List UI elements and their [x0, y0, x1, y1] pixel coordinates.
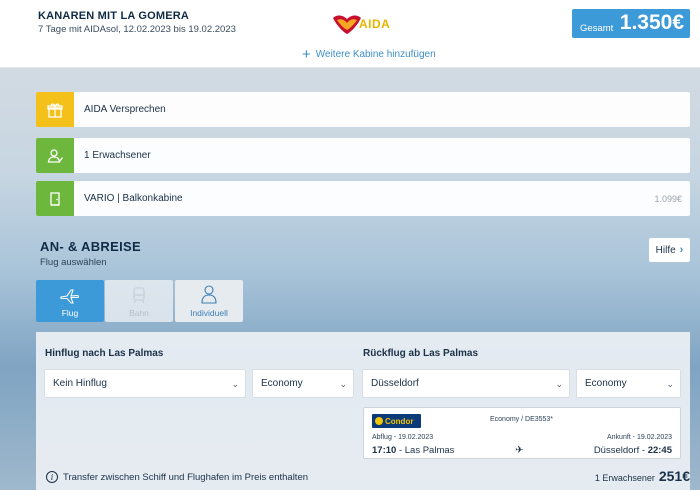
gift-icon [36, 92, 74, 127]
cabin-label: VARIO | Balkonkabine [84, 193, 183, 204]
travel-section-subtitle: Flug auswählen [40, 257, 107, 268]
info-icon: i [46, 471, 58, 483]
summary-row-travelers[interactable]: 1 Erwachsener [36, 138, 690, 173]
departure-place: Las Palmas [404, 445, 455, 456]
help-label: Hilfe [655, 244, 676, 256]
arrival-place: Düsseldorf [593, 445, 640, 456]
chevron-down-icon: ⌄ [231, 379, 239, 389]
summary-row-cabin[interactable]: VARIO | Balkonkabine 1.099€ [36, 181, 690, 216]
pax-label: 1 Erwachsener [594, 473, 655, 483]
summary-row-promise[interactable]: AIDA Versprechen [36, 92, 690, 127]
plus-icon: + [302, 45, 311, 63]
outbound-class-select[interactable]: Economy ⌄ [252, 369, 354, 398]
total-label: Gesamt [580, 23, 614, 34]
condor-bird-icon [375, 417, 383, 425]
add-cabin-link[interactable]: + Weitere Kabine hinzufügen [302, 45, 436, 63]
aida-logo-text: AIDA [359, 17, 391, 31]
add-cabin-label: Weitere Kabine hinzufügen [315, 49, 436, 60]
airline-name: Condor [385, 416, 414, 426]
outbound-airport-select[interactable]: Kein Hinflug ⌄ [44, 369, 246, 398]
return-airport-value: Düsseldorf [371, 378, 419, 389]
chevron-down-icon: ⌄ [339, 379, 347, 389]
departure-info: 17:10 - Las Palmas [372, 445, 455, 456]
tab-flight-label: Flug [61, 308, 79, 318]
chevron-right-icon: › [679, 244, 684, 256]
tab-train-label: Bahn [129, 308, 149, 318]
travelers-label: 1 Erwachsener [84, 150, 151, 161]
chevron-down-icon: ⌄ [666, 379, 674, 389]
return-airport-select[interactable]: Düsseldorf ⌄ [362, 369, 570, 398]
tab-individual-label: Individuell [190, 308, 228, 318]
arrival-info: Düsseldorf - 22:45 [593, 445, 672, 456]
train-icon [133, 287, 145, 304]
outbound-heading: Hinflug nach Las Palmas [45, 348, 164, 359]
tab-train: Bahn [105, 280, 173, 322]
travel-section-title: AN- & ABREISE [40, 239, 141, 254]
chevron-down-icon: ⌄ [555, 379, 563, 389]
return-class-select[interactable]: Economy ⌄ [576, 369, 681, 398]
airplane-icon [60, 289, 80, 304]
outbound-airport-value: Kein Hinflug [53, 378, 107, 389]
arrival-label: Ankunft - 19.02.2023 [607, 434, 672, 441]
user-icon [36, 138, 74, 173]
total-price-box[interactable]: Gesamt 1.350€ [572, 9, 690, 38]
arrival-time: 22:45 [647, 445, 672, 456]
condor-logo-icon: Condor [372, 414, 421, 428]
transfer-text: Transfer zwischen Schiff und Flughafen i… [63, 471, 309, 483]
pax-price-value: 251€ [658, 468, 690, 484]
departure-time: 17:10 [372, 445, 397, 456]
tab-flight[interactable]: Flug [36, 280, 104, 322]
return-class-value: Economy [585, 378, 627, 389]
flight-class-code: Economy / DE3553* [490, 416, 554, 423]
help-button[interactable]: Hilfe › [649, 238, 690, 262]
airplane-icon: ✈ [515, 445, 524, 456]
transfer-note: i Transfer zwischen Schiff und Flughafen… [46, 471, 308, 483]
tab-individual[interactable]: Individuell [175, 280, 243, 322]
flight-option-card[interactable]: Condor Economy / DE3553* Abflug - 19.02.… [363, 407, 681, 459]
return-heading: Rückflug ab Las Palmas [363, 348, 479, 359]
door-icon [36, 181, 74, 216]
promise-label: AIDA Versprechen [84, 104, 166, 115]
cabin-price: 1.099€ [654, 193, 682, 204]
person-icon [201, 285, 217, 304]
departure-label: Abflug - 19.02.2023 [372, 434, 434, 441]
booking-header: KANAREN MIT LA GOMERA 7 Tage mit AIDAsol… [0, 0, 700, 68]
outbound-class-value: Economy [261, 378, 303, 389]
trip-subtitle: 7 Tage mit AIDAsol, 12.02.2023 bis 19.02… [38, 24, 236, 35]
passenger-price: 1 Erwachsener 251€ [595, 468, 690, 484]
trip-title: KANAREN MIT LA GOMERA [38, 10, 190, 22]
total-value: 1.350€ [619, 11, 684, 34]
